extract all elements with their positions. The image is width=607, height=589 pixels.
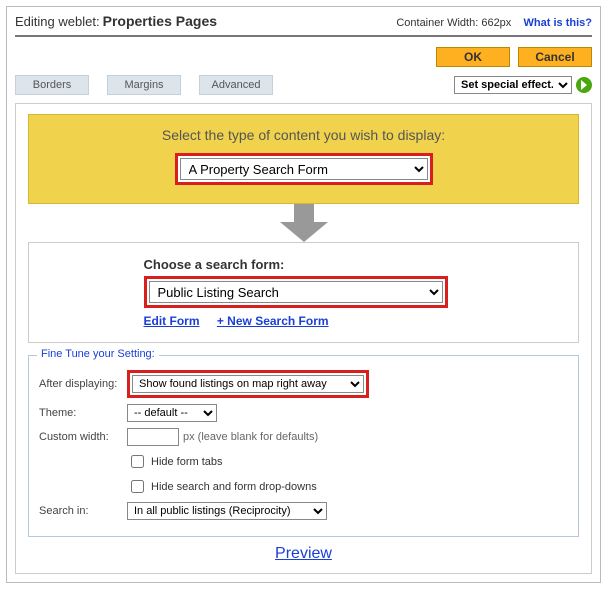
search-in-label: Search in: xyxy=(39,505,127,517)
container-width-label: Container Width: xyxy=(396,17,478,29)
content-type-panel: Select the type of content you wish to d… xyxy=(28,114,579,204)
custom-width-input[interactable] xyxy=(127,428,179,446)
tab-bar: Borders Margins Advanced Set special eff… xyxy=(15,75,592,95)
title-prefix: Editing weblet: xyxy=(15,14,100,29)
edit-form-link[interactable]: Edit Form xyxy=(144,314,200,328)
content-type-select[interactable]: A Property Search Form xyxy=(180,158,428,180)
search-in-row: Search in: In all public listings (Recip… xyxy=(39,502,568,520)
hide-dropdowns-checkbox[interactable] xyxy=(131,480,144,493)
fine-tune-fieldset: Fine Tune your Setting: After displaying… xyxy=(28,355,579,537)
theme-row: Theme: -- default -- xyxy=(39,404,568,422)
dialog-title: Editing weblet: Properties Pages xyxy=(15,13,217,29)
highlight-search-form: Public Listing Search xyxy=(144,276,448,308)
tab-borders[interactable]: Borders xyxy=(15,75,89,95)
ok-button[interactable]: OK xyxy=(436,47,510,67)
preview-link[interactable]: Preview xyxy=(28,545,579,563)
new-search-form-link[interactable]: + New Search Form xyxy=(217,314,329,328)
arrow-down-icon xyxy=(28,204,579,242)
content-type-prompt: Select the type of content you wish to d… xyxy=(37,127,570,143)
cancel-button[interactable]: Cancel xyxy=(518,47,592,67)
after-displaying-select[interactable]: Show found listings on map right away xyxy=(132,375,364,393)
fine-tune-legend: Fine Tune your Setting: xyxy=(37,348,159,360)
choose-form-label: Choose a search form: xyxy=(144,257,464,272)
highlight-after-displaying: Show found listings on map right away xyxy=(127,370,369,398)
help-link[interactable]: What is this? xyxy=(524,17,592,29)
action-buttons: OK Cancel xyxy=(15,47,592,67)
choose-form-panel: Choose a search form: Public Listing Sea… xyxy=(28,242,579,343)
header-right: Container Width: 662px What is this? xyxy=(396,17,592,29)
tab-margins[interactable]: Margins xyxy=(107,75,181,95)
theme-select[interactable]: -- default -- xyxy=(127,404,217,422)
hide-form-tabs-checkbox[interactable] xyxy=(131,455,144,468)
play-icon[interactable] xyxy=(576,77,592,93)
form-links: Edit Form + New Search Form xyxy=(144,314,464,328)
special-effect-wrap: Set special effect... xyxy=(454,76,592,94)
hide-dropdowns-label: Hide search and form drop-downs xyxy=(151,481,317,493)
theme-label: Theme: xyxy=(39,407,127,419)
hide-tabs-row: Hide form tabs xyxy=(39,452,568,471)
content-frame: Select the type of content you wish to d… xyxy=(15,103,592,574)
title-main: Properties Pages xyxy=(103,13,217,29)
custom-width-note: px (leave blank for defaults) xyxy=(183,431,318,443)
container-width-value: 662px xyxy=(481,17,511,29)
hide-form-tabs-label: Hide form tabs xyxy=(151,456,223,468)
dialog-window: Editing weblet: Properties Pages Contain… xyxy=(6,6,601,583)
after-displaying-row: After displaying: Show found listings on… xyxy=(39,370,568,398)
dialog-header: Editing weblet: Properties Pages Contain… xyxy=(15,13,592,37)
special-effect-select[interactable]: Set special effect... xyxy=(454,76,572,94)
after-displaying-label: After displaying: xyxy=(39,378,127,390)
custom-width-label: Custom width: xyxy=(39,431,127,443)
highlight-content-type: A Property Search Form xyxy=(175,153,433,185)
tab-advanced[interactable]: Advanced xyxy=(199,75,273,95)
hide-dropdowns-row: Hide search and form drop-downs xyxy=(39,477,568,496)
custom-width-row: Custom width: px (leave blank for defaul… xyxy=(39,428,568,446)
search-form-select[interactable]: Public Listing Search xyxy=(149,281,443,303)
tabs: Borders Margins Advanced xyxy=(15,75,273,95)
search-in-select[interactable]: In all public listings (Reciprocity) xyxy=(127,502,327,520)
